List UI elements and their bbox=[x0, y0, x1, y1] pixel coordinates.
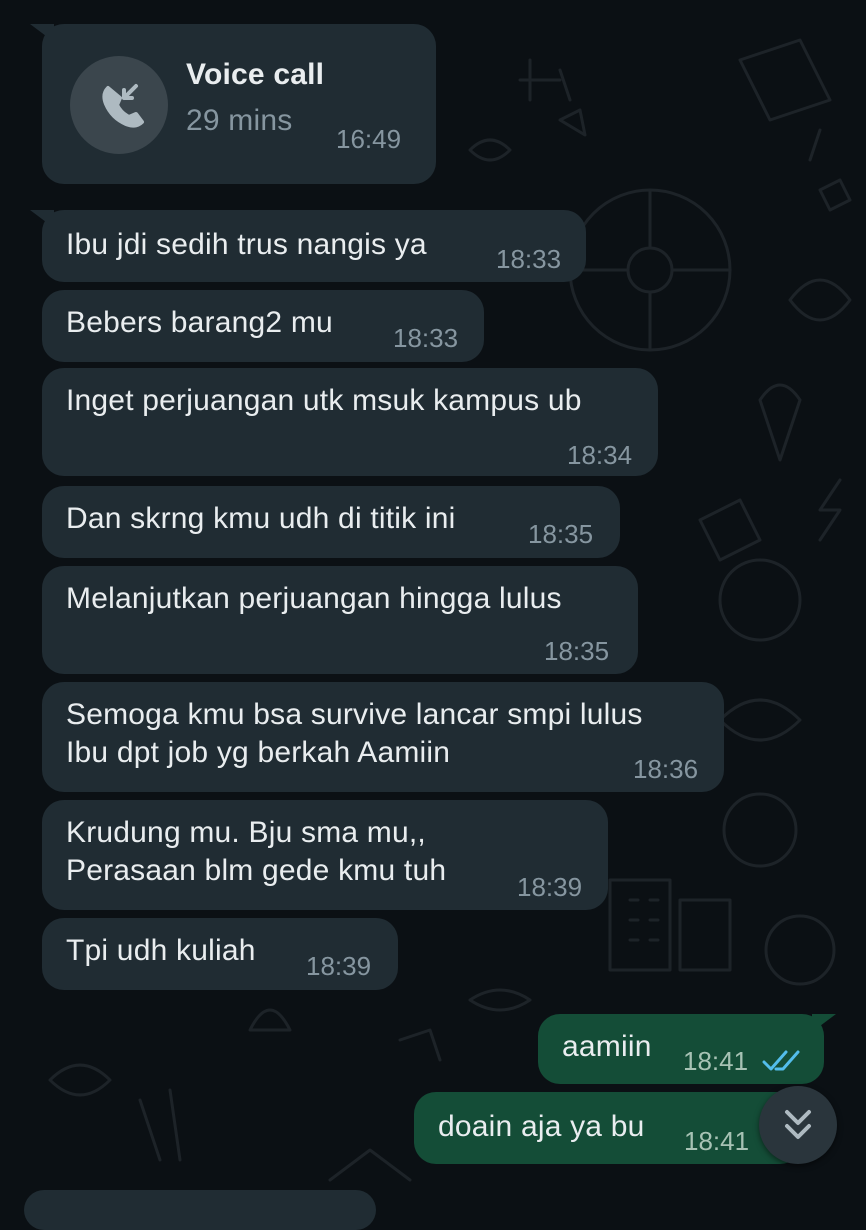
message-time: 18:41 bbox=[684, 1126, 750, 1156]
message-time: 18:39 bbox=[517, 872, 583, 902]
call-duration: 29 mins bbox=[186, 104, 293, 137]
incoming-call-icon bbox=[102, 84, 144, 128]
message-bubble-incoming[interactable]: Melanjutkan perjuangan hingga lulus 18:3… bbox=[42, 566, 638, 674]
call-icon-circle bbox=[70, 56, 168, 154]
message-time: 18:33 bbox=[393, 323, 459, 353]
read-double-check-icon bbox=[762, 1050, 800, 1071]
message-bubble-outgoing[interactable]: doain aja ya bu 18:41 bbox=[414, 1092, 802, 1164]
message-text: Bebers barang2 mu bbox=[66, 306, 333, 339]
message-text: Ibu jdi sedih trus nangis ya bbox=[66, 228, 427, 261]
message-text-line-1: Semoga kmu bsa survive lancar smpi lulus bbox=[66, 698, 643, 731]
scroll-to-bottom-button[interactable] bbox=[759, 1086, 837, 1164]
message-text: Dan skrng kmu udh di titik ini bbox=[66, 502, 456, 535]
message-bubble-incoming[interactable]: Dan skrng kmu udh di titik ini 18:35 bbox=[42, 486, 620, 558]
call-time: 16:49 bbox=[336, 124, 402, 154]
message-text: aamiin bbox=[562, 1030, 652, 1063]
bubble-tail bbox=[30, 210, 54, 228]
message-text: Melanjutkan perjuangan hingga lulus bbox=[66, 582, 562, 615]
message-bubble-incoming-partial[interactable] bbox=[24, 1190, 376, 1230]
message-text-line-1: Krudung mu. Bju sma mu,, bbox=[66, 816, 426, 849]
bubble-tail bbox=[30, 24, 54, 42]
message-bubble-incoming[interactable]: Bebers barang2 mu 18:33 bbox=[42, 290, 484, 362]
message-text: Inget perjuangan utk msuk kampus ub bbox=[66, 384, 582, 417]
message-text-line-2: Ibu dpt job yg berkah Aamiin bbox=[66, 736, 451, 769]
message-time: 18:36 bbox=[633, 754, 699, 784]
call-title: Voice call bbox=[186, 58, 325, 91]
message-bubble-incoming[interactable]: Ibu jdi sedih trus nangis ya 18:33 bbox=[30, 210, 586, 282]
message-bubble-incoming[interactable]: Inget perjuangan utk msuk kampus ub 18:3… bbox=[42, 368, 658, 476]
message-time: 18:39 bbox=[306, 951, 372, 981]
message-time: 18:35 bbox=[528, 519, 594, 549]
message-time: 18:33 bbox=[496, 244, 562, 274]
message-text: doain aja ya bu bbox=[438, 1110, 645, 1143]
message-bubble-incoming[interactable]: Tpi udh kuliah 18:39 bbox=[42, 918, 398, 990]
message-text-line-2: Perasaan blm gede kmu tuh bbox=[66, 854, 447, 887]
message-bubble-outgoing[interactable]: aamiin 18:41 bbox=[538, 1014, 836, 1084]
message-time: 18:34 bbox=[567, 440, 633, 470]
message-time: 18:41 bbox=[683, 1046, 749, 1076]
voice-call-bubble[interactable]: Voice call 29 mins 16:49 bbox=[30, 24, 436, 184]
double-chevron-down-icon bbox=[785, 1110, 811, 1139]
message-bubble-incoming[interactable]: Semoga kmu bsa survive lancar smpi lulus… bbox=[42, 682, 724, 792]
message-time: 18:35 bbox=[544, 636, 610, 666]
message-bubble-incoming[interactable]: Krudung mu. Bju sma mu,, Perasaan blm ge… bbox=[42, 800, 608, 910]
bubble-tail bbox=[812, 1014, 836, 1032]
message-text: Tpi udh kuliah bbox=[66, 934, 256, 967]
